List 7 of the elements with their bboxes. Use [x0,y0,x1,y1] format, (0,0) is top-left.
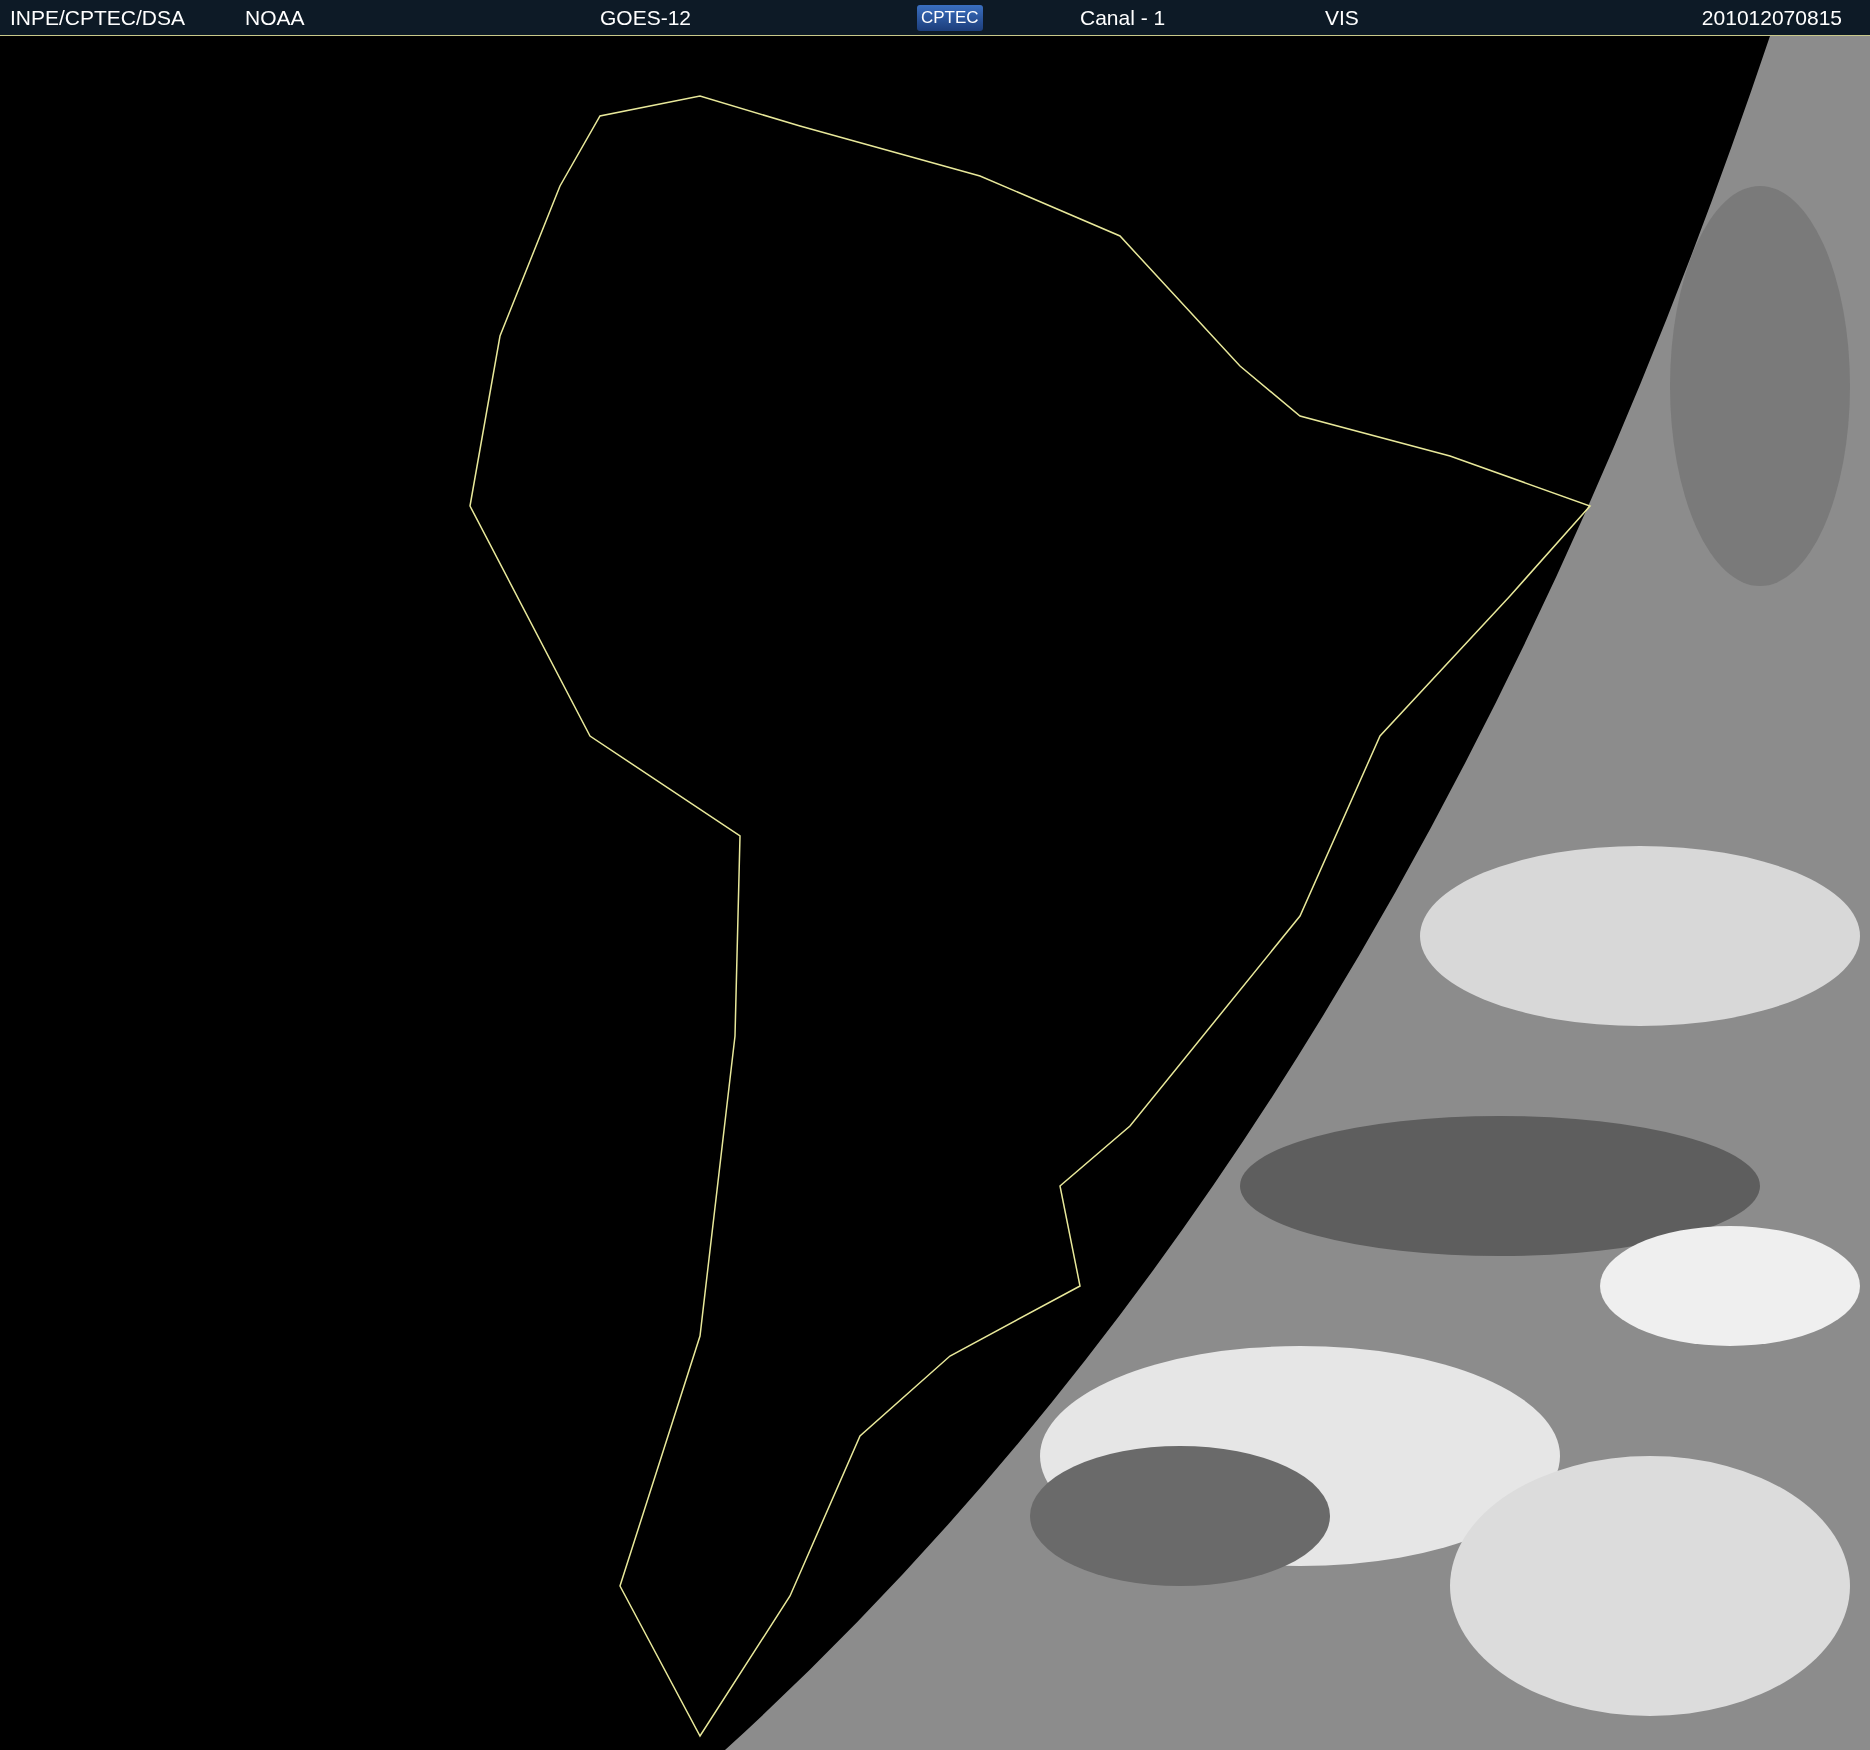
timestamp-label: 201012070815 [1701,5,1842,30]
band-label: VIS [1325,5,1360,30]
logo: CPTEC [917,4,983,31]
satellite-label: GOES-12 [600,5,693,30]
source-label: INPE/CPTEC/DSA [10,5,187,30]
channel-label: Canal - 1 [1080,5,1167,30]
agency-label: NOAA [245,5,306,30]
